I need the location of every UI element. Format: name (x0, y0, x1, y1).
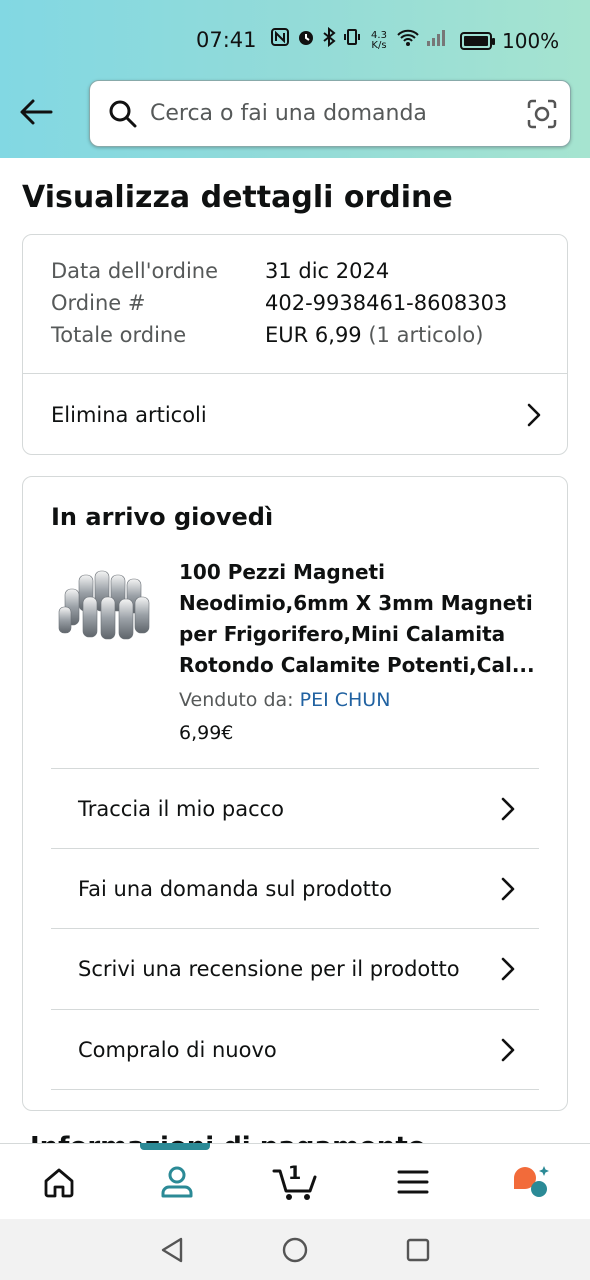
write-review-label: Scrivi una recensione per il prodotto (78, 957, 460, 981)
order-date-value: 31 dic 2024 (265, 259, 390, 283)
seller-label: Venduto da: (179, 689, 294, 711)
network-speed: 4.3 K/s (368, 29, 390, 51)
status-bar: 07:41 4.3 K/s 100% (0, 22, 590, 60)
bluetooth-icon (322, 26, 336, 54)
nav-account[interactable] (118, 1144, 236, 1220)
wifi-icon (396, 27, 420, 54)
chevron-right-icon (523, 403, 545, 427)
search-input[interactable] (150, 101, 514, 126)
product-price: 6,99€ (179, 722, 234, 744)
track-package-link[interactable]: Traccia il mio pacco (78, 769, 519, 848)
arrival-heading: In arrivo giovedì (51, 503, 274, 531)
chevron-right-icon (497, 957, 519, 981)
app-header: 07:41 4.3 K/s 100% (0, 0, 590, 158)
vibrate-icon (342, 27, 362, 54)
menu-icon (397, 1170, 429, 1193)
account-icon (161, 1166, 193, 1197)
chevron-right-icon (497, 1038, 519, 1061)
shipment-card: In arrivo giovedì 100 Pezzi Magneti Neod… (22, 476, 568, 1111)
system-home-icon[interactable] (281, 1236, 309, 1264)
system-back-icon[interactable] (159, 1236, 185, 1264)
divider (23, 373, 567, 374)
search-icon (96, 99, 150, 129)
search-bar[interactable] (89, 80, 571, 147)
page-title: Visualizza dettagli ordine (22, 180, 453, 215)
system-recents-icon[interactable] (405, 1237, 431, 1263)
nav-rufus[interactable] (472, 1144, 590, 1220)
battery-icon (460, 31, 495, 50)
nav-menu[interactable] (354, 1144, 472, 1220)
camera-search-icon[interactable] (514, 98, 570, 130)
status-time: 07:41 (196, 28, 257, 52)
order-total-count: (1 articolo) (368, 323, 484, 347)
home-icon (44, 1168, 74, 1197)
chevron-right-icon (497, 877, 519, 900)
order-number-value: 402-9938461-8608303 (265, 291, 508, 315)
back-arrow-icon (20, 99, 53, 125)
delete-items-label: Elimina articoli (51, 403, 207, 427)
network-speed-text: 4.3 K/s (371, 29, 387, 51)
nav-cart[interactable]: 1 (236, 1144, 354, 1220)
back-button[interactable] (14, 90, 58, 134)
bottom-navigation: 1 (0, 1143, 590, 1219)
divider (51, 1089, 539, 1090)
product-image[interactable] (55, 567, 153, 647)
order-date-label: Data dell'ordine (51, 259, 219, 283)
alarm-icon (296, 27, 316, 54)
buy-again-label: Compralo di nuovo (78, 1037, 277, 1062)
product-title[interactable]: 100 Pezzi Magneti Neodimio,6mm X 3mm Mag… (179, 557, 539, 681)
buy-again-link[interactable]: Compralo di nuovo (78, 1010, 519, 1089)
track-package-label: Traccia il mio pacco (78, 796, 285, 821)
seller-info: Venduto da: PEI CHUN (179, 689, 390, 711)
cart-count-badge: 1 (288, 1161, 302, 1184)
write-review-link[interactable]: Scrivi una recensione per il prodotto (78, 929, 519, 1009)
ask-question-link[interactable]: Fai una domanda sul prodotto (78, 849, 519, 928)
system-navigation (0, 1219, 590, 1280)
order-number-label: Ordine # (51, 291, 146, 315)
rufus-icon (514, 1165, 549, 1197)
ask-question-label: Fai una domanda sul prodotto (78, 876, 392, 901)
seller-link[interactable]: PEI CHUN (300, 689, 391, 711)
nfc-icon (270, 27, 290, 54)
nav-home[interactable] (0, 1144, 118, 1220)
order-total-amount: EUR 6,99 (265, 323, 362, 347)
delete-items-link[interactable]: Elimina articoli (51, 375, 545, 455)
order-summary-card: Data dell'ordine 31 dic 2024 Ordine # 40… (22, 234, 568, 455)
chevron-right-icon (497, 797, 519, 820)
order-total-label: Totale ordine (51, 323, 187, 347)
status-icons: 4.3 K/s 100% (270, 26, 560, 54)
signal-icon (426, 27, 448, 54)
order-total-value: EUR 6,99 (1 articolo) (265, 323, 483, 347)
battery-percent: 100% (502, 28, 560, 53)
